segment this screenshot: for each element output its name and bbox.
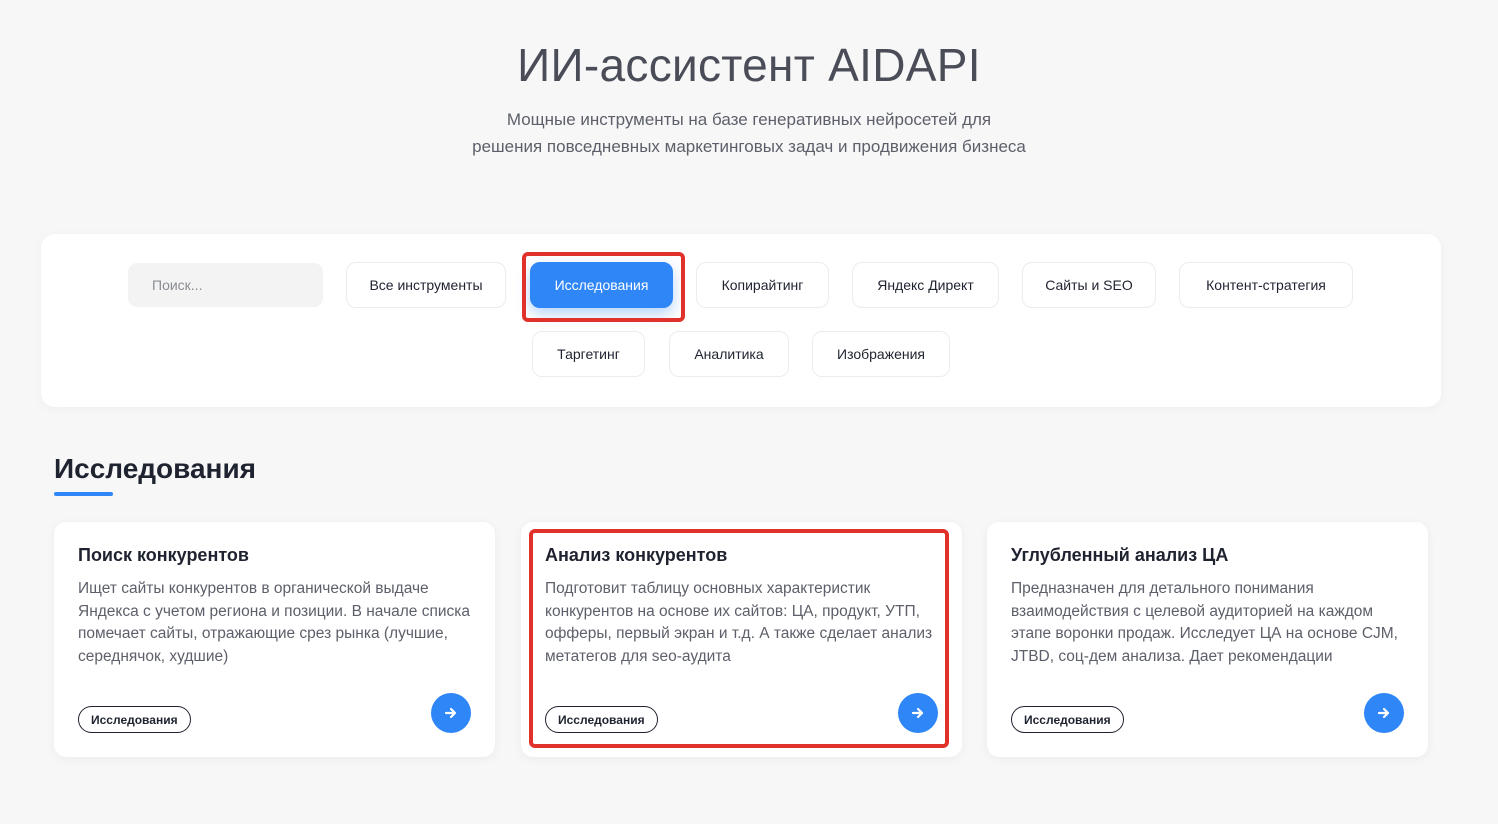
filter-chip-images[interactable]: Изображения xyxy=(812,331,950,377)
card-title: Поиск конкурентов xyxy=(78,545,249,565)
arrow-right-button[interactable] xyxy=(431,693,471,733)
search-input[interactable] xyxy=(128,263,323,307)
filter-chip-analytics[interactable]: Аналитика xyxy=(669,331,789,377)
arrow-right-icon xyxy=(1377,707,1390,719)
filter-chip-yandex-direct[interactable]: Яндекс Директ xyxy=(852,262,999,308)
subtitle-line-1: Мощные инструменты на базе генеративных … xyxy=(506,110,992,129)
card-title: Углубленный анализ ЦА xyxy=(1011,545,1229,565)
tool-card-competitor-analysis[interactable]: Анализ конкурентов Подготовит таблицу ос… xyxy=(521,522,962,757)
filter-panel xyxy=(41,234,1441,407)
arrow-right-button[interactable] xyxy=(898,693,938,733)
card-tag: Исследования xyxy=(545,706,658,733)
page-subtitle: Мощные инструменты на базе генеративных … xyxy=(0,106,1498,160)
card-description: Ищет сайты конкурентов в органической вы… xyxy=(78,580,471,666)
card-description: Подготовит таблицу основных характеристи… xyxy=(545,580,933,666)
subtitle-line-2: решения повседневных маркетинговых задач… xyxy=(472,137,1026,156)
filter-chip-content-strategy[interactable]: Контент-стратегия xyxy=(1179,262,1353,308)
section-title: Исследования xyxy=(54,453,257,484)
filter-chip-all-tools[interactable]: Все инструменты xyxy=(346,262,506,308)
page-title: ИИ-ассистент AIDAPI xyxy=(517,39,981,91)
card-title: Анализ конкурентов xyxy=(545,545,728,565)
filter-chip-targeting[interactable]: Таргетинг xyxy=(532,331,645,377)
tool-card-competitor-search[interactable]: Поиск конкурентов Ищет сайты конкурентов… xyxy=(54,522,495,757)
section-title-underline xyxy=(54,492,113,496)
arrow-right-icon xyxy=(444,707,457,719)
tool-card-deep-audience-analysis[interactable]: Углубленный анализ ЦА Предназначен для д… xyxy=(987,522,1428,757)
arrow-right-icon xyxy=(911,707,924,719)
filter-chip-research[interactable]: Исследования xyxy=(530,262,673,308)
filter-chip-copywriting[interactable]: Копирайтинг xyxy=(696,262,829,308)
card-description: Предназначен для детального понимания вз… xyxy=(1011,580,1398,666)
card-tag: Исследования xyxy=(78,706,191,733)
filter-chip-sites-seo[interactable]: Сайты и SEO xyxy=(1022,262,1156,308)
arrow-right-button[interactable] xyxy=(1364,693,1404,733)
card-tag: Исследования xyxy=(1011,706,1124,733)
